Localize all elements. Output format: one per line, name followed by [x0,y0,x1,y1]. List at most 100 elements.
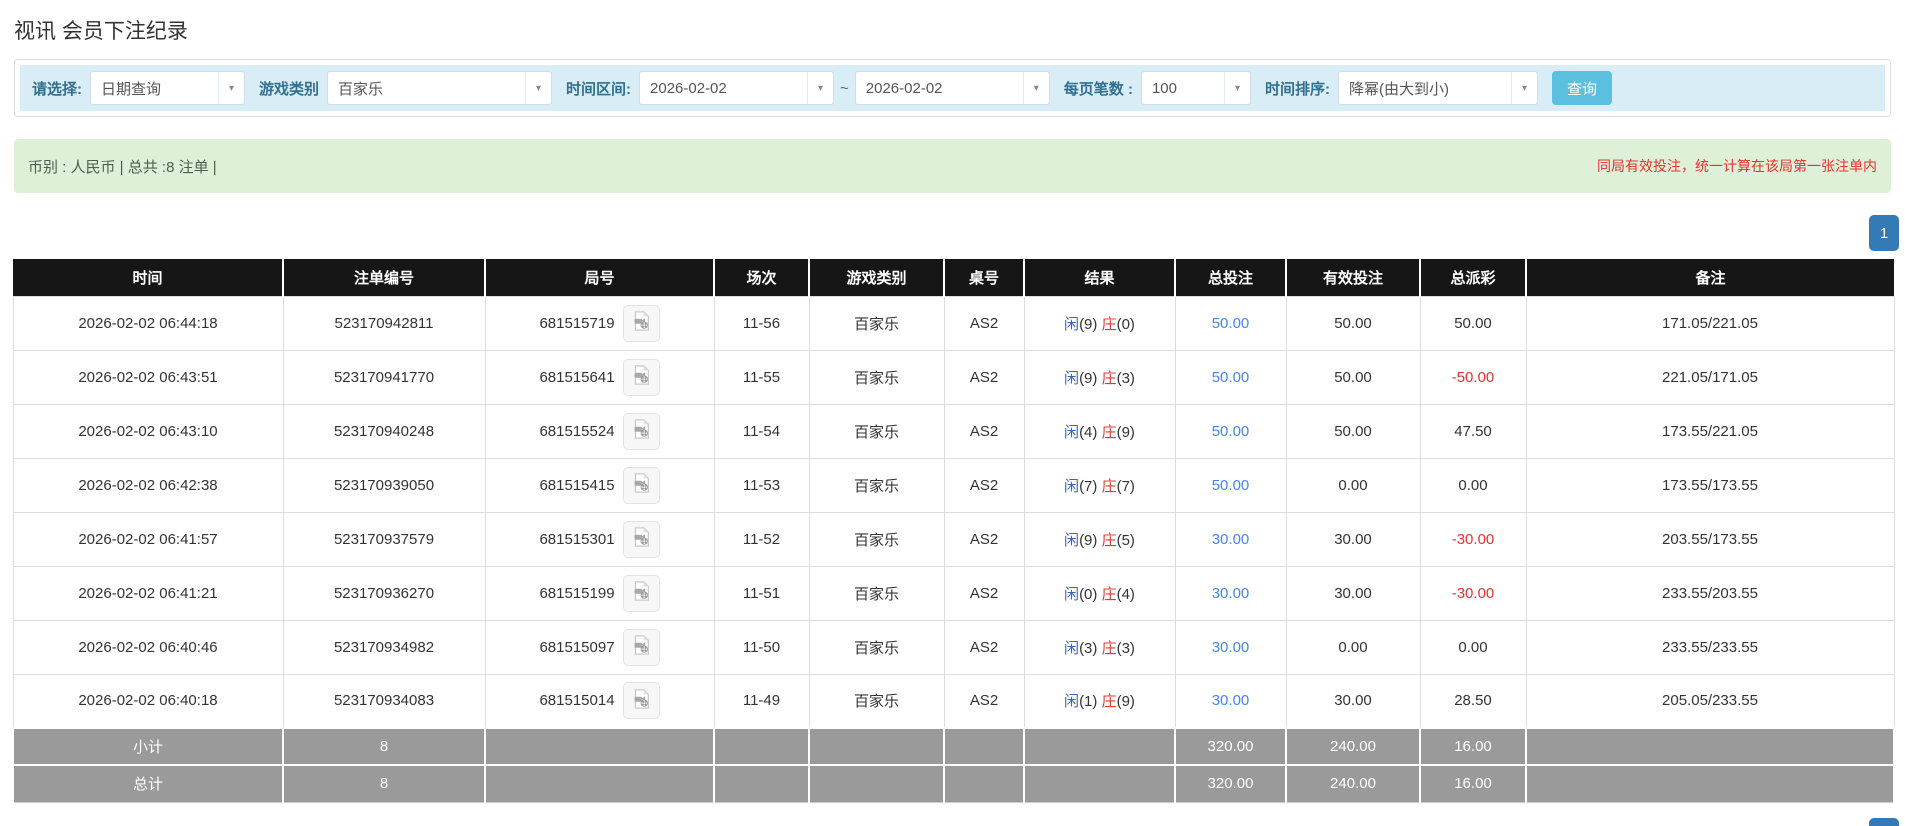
cell-payout: 0.00 [1419,619,1527,675]
cell-valid-bet: 30.00 [1285,673,1421,729]
round-id: 681515199 [539,584,615,602]
time-sort-select[interactable]: 降幂(由大到小) ▾ [1337,71,1538,105]
game-type-value: 百家乐 [338,80,384,98]
table-header-row: 时间 注单编号 局号 场次 游戏类别 桌号 结果 总投注 有效投注 总派彩 备注 [13,259,1894,296]
cell-game-type: 百家乐 [808,457,945,513]
cell-round: 681515415 [484,457,715,513]
total-label: 总计 [12,764,284,803]
total-payout: 16.00 [1419,764,1527,803]
video-file-icon [630,526,652,552]
cell-session: 11-56 [713,295,810,351]
page-button-1-bottom[interactable] [1869,818,1899,826]
total-bet-link[interactable]: 50.00 [1212,477,1250,494]
video-file-icon [630,364,652,390]
column-header-0: 时间 [13,259,283,296]
cell-payout: 50.00 [1419,295,1527,351]
video-replay-button[interactable] [622,520,660,558]
cell-time: 2026-02-02 06:41:57 [12,511,284,567]
total-bet-link[interactable]: 30.00 [1212,585,1250,602]
result-banker: 庄 [1101,477,1117,495]
page-size-value: 100 [1151,79,1177,97]
cell-total-bet: 50.00 [1174,295,1287,351]
video-file-icon [630,310,652,336]
cell-game-type: 百家乐 [808,565,945,621]
cell-result: 闲(9) 庄(5) [1023,511,1176,567]
result-banker: 庄 [1101,315,1117,333]
video-replay-button[interactable] [622,628,660,666]
cell-game-type: 百家乐 [808,673,945,729]
filter-label-game-type: 游戏类别 [259,80,320,98]
cell-round: 681515199 [484,565,715,621]
cell-payout: -50.00 [1419,349,1527,405]
total-bet-link[interactable]: 50.00 [1212,369,1250,386]
table-row: 2026-02-02 06:41:57 523170937579 681515301… [12,511,1895,567]
total-bet-link[interactable]: 50.00 [1212,315,1250,332]
video-replay-button[interactable] [622,412,660,450]
cell-valid-bet: 0.00 [1285,457,1421,513]
cell-result: 闲(9) 庄(3) [1023,349,1176,405]
cell-table-no: AS2 [943,673,1025,729]
page-button-1[interactable]: 1 [1869,215,1899,251]
total-bet-link[interactable]: 50.00 [1212,423,1250,440]
search-button[interactable]: 查询 [1551,71,1612,105]
cell-result: 闲(1) 庄(9) [1023,673,1176,729]
game-type-select[interactable]: 百家乐 ▾ [327,71,553,105]
result-player: 闲 [1064,423,1080,441]
date-mode-select[interactable]: 日期查询 ▾ [90,71,245,105]
table-row: 2026-02-02 06:41:21 523170936270 681515199… [12,565,1895,621]
video-replay-button[interactable] [622,682,660,720]
result-player: 闲 [1064,639,1080,657]
subtotal-valid-bet: 240.00 [1285,727,1421,766]
cell-remark: 233.55/233.55 [1525,619,1895,675]
cell-bet-id: 523170936270 [282,565,486,621]
cell-round: 681515097 [484,619,715,675]
summary-currency-count: 币别 : 人民币 | 总共 :8 注单 | [28,158,217,176]
cell-result: 闲(9) 庄(0) [1023,295,1176,351]
result-player: 闲 [1064,585,1080,603]
cell-result: 闲(0) 庄(4) [1023,565,1176,621]
date-to-select[interactable]: 2026-02-02 ▾ [854,71,1050,105]
video-replay-button[interactable] [622,358,660,396]
cell-bet-id: 523170939050 [282,457,486,513]
date-from-select[interactable]: 2026-02-02 ▾ [639,71,835,105]
cell-remark: 205.05/233.55 [1525,673,1895,729]
cell-total-bet: 30.00 [1174,511,1287,567]
cell-table-no: AS2 [943,295,1025,351]
chevron-down-icon: ▾ [1510,72,1537,104]
video-replay-button[interactable] [622,304,660,342]
result-player: 闲 [1064,693,1080,711]
cell-session: 11-49 [713,673,810,729]
result-player: 闲 [1064,531,1080,549]
cell-bet-id: 523170942811 [282,295,486,351]
round-id: 681515097 [539,638,615,656]
subtotal-payout: 16.00 [1419,727,1527,766]
table-row: 2026-02-02 06:44:18 523170942811 681515719… [12,295,1895,351]
date-from-value: 2026-02-02 [650,79,727,97]
total-row: 总计 8 320.00 240.00 16.00 [12,764,1895,803]
cell-total-bet: 30.00 [1174,673,1287,729]
cell-total-bet: 30.00 [1174,565,1287,621]
total-bet-link[interactable]: 30.00 [1212,692,1250,709]
subtotal-total-bet: 320.00 [1174,727,1287,766]
total-total-bet: 320.00 [1174,764,1287,803]
round-id: 681515014 [539,692,615,710]
video-replay-button[interactable] [622,466,660,504]
column-header-2: 局号 [484,259,714,296]
total-bet-link[interactable]: 30.00 [1212,639,1250,656]
table-body: 2026-02-02 06:44:18 523170942811 681515719… [12,295,1895,729]
column-header-7: 总投注 [1174,259,1286,296]
cell-table-no: AS2 [943,565,1025,621]
filter-label-sort: 时间排序: [1264,80,1330,98]
filter-label-mode: 请选择: [32,80,82,98]
column-header-4: 游戏类别 [808,259,944,296]
cell-valid-bet: 30.00 [1285,511,1421,567]
cell-time: 2026-02-02 06:40:46 [12,619,284,675]
result-banker: 庄 [1101,369,1117,387]
filter-label-time-range: 时间区间: [566,80,632,98]
total-bet-link[interactable]: 30.00 [1212,531,1250,548]
result-player: 闲 [1064,477,1080,495]
page-size-select[interactable]: 100 ▾ [1140,71,1251,105]
cell-time: 2026-02-02 06:43:51 [12,349,284,405]
video-replay-button[interactable] [622,574,660,612]
video-file-icon [630,418,652,444]
